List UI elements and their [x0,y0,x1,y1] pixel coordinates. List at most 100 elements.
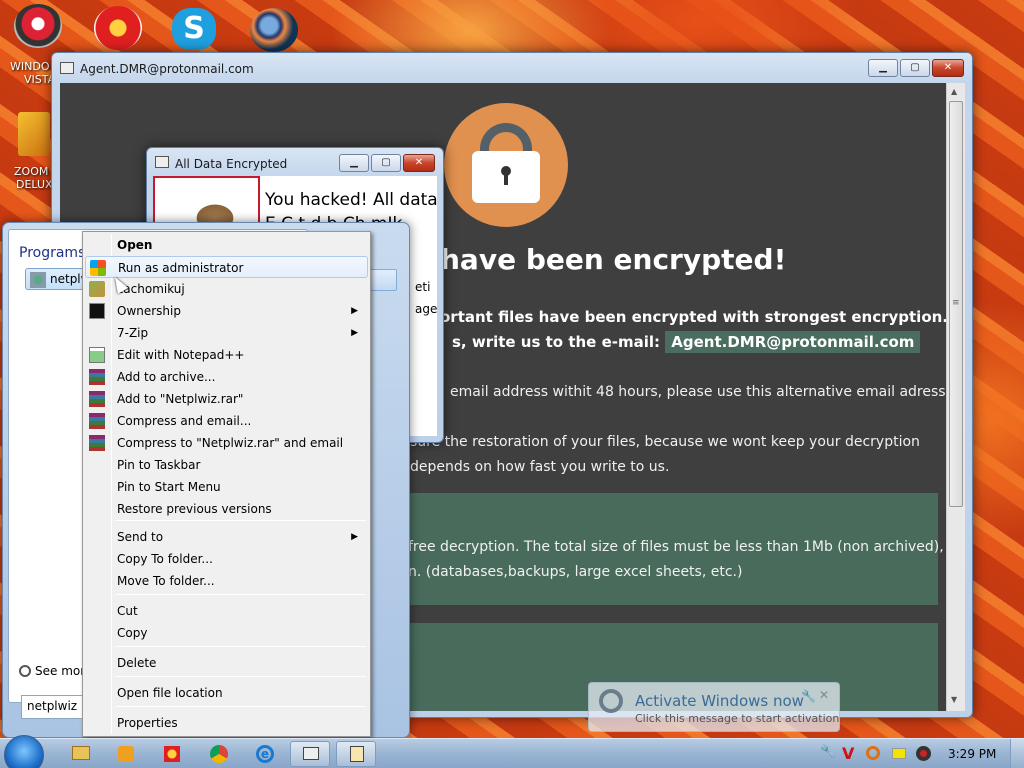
ie-taskbar-icon[interactable]: e [244,741,284,767]
context-menu-item[interactable]: Properties [85,712,368,734]
small-window-text-4: age [415,302,437,316]
rar-icon [89,391,105,407]
ransom-email: Agent.DMR@protonmail.com [665,331,921,353]
context-menu-separator [115,646,366,647]
context-menu-item-label: Pin to Taskbar [117,458,201,472]
show-desktop-button[interactable] [1010,739,1024,768]
context-menu-item[interactable]: zachomikuj [85,278,368,300]
ransom-paragraph-3b: depends on how fast you write to us. [410,459,670,475]
context-menu-item[interactable]: Compress and email... [85,410,368,432]
tray-record-icon[interactable] [916,746,931,761]
windows-vista-icon[interactable] [14,4,62,48]
p-app-icon[interactable] [94,6,142,50]
tray-note-icon[interactable] [892,748,906,759]
context-menu-item[interactable]: Copy [85,622,368,644]
context-menu-item-label: Add to archive... [117,370,216,384]
context-menu-item[interactable]: Open file location [85,682,368,704]
ransom-paragraph-1b: s, write us to the e-mail: Agent.DMR@pro… [452,331,921,353]
chrome-taskbar-icon[interactable] [198,741,238,767]
context-menu-item[interactable]: Delete [85,652,368,674]
context-menu-item-label: Open file location [117,686,223,700]
context-menu-item-label: zachomikuj [117,282,185,296]
submenu-arrow-icon: ▶ [351,306,358,316]
search-icon [19,665,31,677]
taskbar-clock: 3:29 PM [948,747,997,761]
close-button[interactable]: ✕ [403,154,435,172]
context-menu-item-label: 7-Zip [117,326,149,340]
context-menu-item-label: Open [117,238,153,252]
desktop-icon-label: DELUX [16,178,53,191]
context-menu-item[interactable]: Send to ▶ [85,526,368,548]
context-menu-item[interactable]: Edit with Notepad++ [85,344,368,366]
small-window-taskbar-button[interactable] [336,741,376,767]
context-menu-item-label: Delete [117,656,157,670]
rar-icon [89,413,105,429]
close-button[interactable]: ✕ [932,59,964,77]
window-app-icon [60,62,74,74]
context-menu-item[interactable]: Run as administrator [85,256,368,278]
tray-v-icon[interactable]: V [842,744,854,763]
context-menu-item[interactable]: Ownership ▶ [85,300,368,322]
submenu-arrow-icon: ▶ [351,328,358,338]
vertical-scrollbar[interactable]: ▲ ≡ ▼ [946,83,965,711]
activate-subtitle: Click this message to start activation. [635,712,843,725]
app-taskbar-icon[interactable] [152,741,192,767]
context-menu-item-label: Add to "Netplwiz.rar" [117,392,244,406]
context-menu-item-label: Pin to Start Menu [117,480,221,494]
tray-search-icon[interactable] [866,746,880,760]
media-player-taskbar-icon[interactable] [106,741,146,767]
globe-app-icon[interactable] [250,8,298,52]
tray-wrench-icon[interactable]: 🔧 [820,745,836,760]
context-menu-item[interactable]: Pin to Start Menu [85,476,368,498]
submenu-arrow-icon: ▶ [351,532,358,542]
scrollbar-thumb[interactable]: ≡ [949,101,963,507]
activate-windows-notification[interactable]: Activate Windows now Click this message … [588,682,843,732]
desktop-icon-label: WINDO [10,60,50,73]
key-icon [599,689,623,713]
context-menu[interactable]: Open Run as administrator zachomikuj Owners… [82,231,371,737]
small-window-text-3: eti [415,280,431,294]
activate-title: Activate Windows now [635,692,804,710]
context-menu-item[interactable]: Copy To folder... [85,548,368,570]
lock-icon [444,103,568,227]
zoom-deluxe-icon[interactable] [18,112,50,156]
explorer-taskbar-icon[interactable] [60,741,100,767]
zachomikuj-icon [89,281,105,297]
context-menu-item[interactable]: Compress to "Netplwiz.rar" and email [85,432,368,454]
context-menu-separator [115,676,366,677]
desktop-icon-label: ZOOM [14,165,49,178]
ransom-window-taskbar-button[interactable] [290,741,330,767]
context-menu-item[interactable]: 7-Zip ▶ [85,322,368,344]
start-menu-right-button[interactable] [369,269,397,291]
maximize-button[interactable]: ▢ [900,59,930,77]
context-menu-item[interactable]: Pin to Taskbar [85,454,368,476]
small-window-title: All Data Encrypted [175,157,288,171]
maximize-button[interactable]: ▢ [371,154,401,172]
skype-icon[interactable]: S [172,8,216,50]
wrench-icon[interactable]: 🔧 [801,689,816,703]
context-menu-item-label: Restore previous versions [117,502,272,516]
context-menu-item[interactable]: Restore previous versions [85,498,368,520]
context-menu-item-label: Compress and email... [117,414,252,428]
context-menu-item-label: Copy [117,626,148,640]
cmd-icon [89,303,105,319]
context-menu-item-label: Ownership [117,304,181,318]
minimize-button[interactable]: ▁ [339,154,369,172]
context-menu-item[interactable]: Cut [85,600,368,622]
context-menu-item-label: Cut [117,604,138,618]
notepad-icon [89,347,105,363]
context-menu-item-label: Properties [117,716,178,730]
context-menu-item-label: Copy To folder... [117,552,213,566]
ransom-window-title: Agent.DMR@protonmail.com [80,62,254,76]
context-menu-item[interactable]: Move To folder... [85,570,368,592]
search-input[interactable]: netplwiz [21,695,91,719]
context-menu-item[interactable]: Open [85,234,368,256]
ransom-paragraph-1: ortant files have been encrypted with st… [440,308,946,326]
rar-icon [89,369,105,385]
minimize-button[interactable]: ▁ [868,59,898,77]
start-button[interactable] [4,735,44,768]
context-menu-item[interactable]: Add to "Netplwiz.rar" [85,388,368,410]
ransom-paragraph-4: free decryption. The total size of files… [408,539,944,555]
context-menu-item[interactable]: Add to archive... [85,366,368,388]
close-icon[interactable]: ✕ [819,688,829,702]
